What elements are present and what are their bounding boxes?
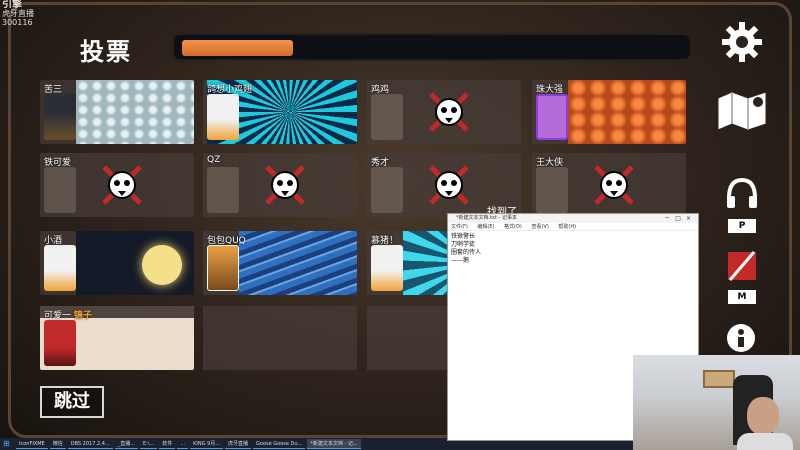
player-avatar bbox=[44, 167, 76, 213]
player-name: 鸡鸡 bbox=[371, 85, 390, 95]
taskbar-item[interactable]: DBS 2017.2.4... bbox=[67, 439, 113, 449]
vote-timer-bar bbox=[172, 33, 692, 61]
player-tile[interactable]: 鸽想小鸡翅 bbox=[203, 80, 357, 144]
player-avatar bbox=[207, 245, 239, 291]
player-name: 包包QUQ bbox=[207, 236, 246, 246]
player-avatar bbox=[207, 167, 239, 213]
taskbar-item[interactable]: ... bbox=[177, 439, 189, 449]
empty-slot bbox=[203, 306, 357, 370]
player-tile-dead: QZ bbox=[203, 153, 357, 217]
notepad-line: ——鹅 bbox=[451, 257, 470, 264]
player-name: 秀才 bbox=[371, 158, 390, 168]
player-name-prefix: 可爱一 bbox=[44, 311, 72, 321]
player-avatar bbox=[44, 94, 76, 140]
webcam-overlay bbox=[633, 355, 800, 450]
mic-muted-icon[interactable] bbox=[724, 246, 760, 286]
taskbar-item[interactable]: Goose Goose Du... bbox=[253, 439, 306, 449]
player-tile-dead: 铁可爱 bbox=[40, 153, 194, 217]
taskbar-item[interactable]: 软件 bbox=[159, 439, 176, 449]
player-name: 铁可爱 bbox=[44, 158, 72, 168]
player-tile-reporter[interactable]: 可爱一 锦子 bbox=[40, 306, 194, 370]
taskbar-item[interactable]: IconFIXME bbox=[16, 439, 48, 449]
notepad-menu: 文件(F) 编辑(E) 格式(O) 查看(V) 帮助(H) bbox=[448, 223, 698, 231]
windows-start-icon[interactable]: ⊞ bbox=[3, 440, 13, 448]
player-avatar bbox=[371, 167, 403, 213]
notepad-line: 圈套的传人 bbox=[451, 249, 482, 256]
player-tile-dead: 王大侠 bbox=[532, 153, 686, 217]
player-name: 珠大强 bbox=[536, 85, 564, 95]
game-window: 引擎 虎牙直播 300116 投票 苦三 鸽想小鸡翅 鸡鸡 珠大强 铁可爱 QZ… bbox=[0, 0, 800, 450]
player-avatar bbox=[536, 94, 568, 140]
stream-logo: 引擎 虎牙直播 300116 bbox=[2, 0, 34, 27]
menu-format[interactable]: 格式(O) bbox=[504, 224, 522, 230]
notepad-title: *新建文本文档.txt - 记事本 bbox=[448, 214, 698, 223]
reporter-name: 锦子 bbox=[73, 311, 92, 321]
dead-skull-icon bbox=[102, 165, 142, 205]
taskbar-item[interactable]: 微信 bbox=[49, 439, 66, 449]
taskbar-item[interactable]: KING 9月... bbox=[190, 439, 224, 449]
player-avatar bbox=[536, 167, 568, 213]
player-tile[interactable]: 苦三 bbox=[40, 80, 194, 144]
notepad-line: 刀哨学徒 bbox=[451, 241, 476, 248]
streamer-body bbox=[737, 433, 793, 450]
taskbar-item[interactable]: _直播... bbox=[114, 439, 138, 449]
streamer-head bbox=[747, 397, 779, 435]
player-avatar bbox=[44, 320, 76, 366]
gear-icon[interactable] bbox=[720, 20, 764, 64]
player-tile-dead: 鸡鸡 bbox=[367, 80, 521, 144]
player-avatar bbox=[207, 94, 239, 140]
skip-vote-button[interactable]: 跳过 bbox=[40, 386, 104, 418]
player-name: 苦三 bbox=[44, 85, 63, 95]
player-avatar bbox=[371, 94, 403, 140]
room-id: 300116 bbox=[2, 18, 33, 27]
dead-skull-icon bbox=[429, 165, 469, 205]
menu-view[interactable]: 查看(V) bbox=[531, 224, 548, 230]
dead-skull-icon bbox=[265, 165, 305, 205]
notepad-text-area[interactable]: 铁锹警长 刀哨学徒 圈套的传人 ——鹅 bbox=[448, 231, 698, 267]
voice-key-badge: P bbox=[728, 219, 756, 233]
logo-text: 引擎 bbox=[2, 0, 22, 10]
menu-file[interactable]: 文件(F) bbox=[451, 224, 468, 230]
vote-timer-fill bbox=[182, 40, 293, 56]
player-name: 王大侠 bbox=[536, 158, 564, 168]
headphones-icon[interactable] bbox=[724, 176, 760, 212]
taskbar-item[interactable]: E:\... bbox=[140, 439, 158, 449]
window-controls[interactable]: －□× bbox=[664, 214, 696, 223]
dead-skull-icon bbox=[429, 92, 469, 132]
player-tile[interactable]: 小酒 bbox=[40, 231, 194, 295]
player-avatar bbox=[44, 245, 76, 291]
vote-title: 投票 bbox=[80, 38, 132, 66]
info-icon[interactable] bbox=[725, 322, 757, 354]
map-icon[interactable] bbox=[714, 88, 770, 132]
tile-background bbox=[568, 80, 686, 144]
player-name: 小酒 bbox=[44, 236, 63, 246]
player-name: 慕猪！ bbox=[371, 236, 399, 246]
taskbar-item-active[interactable]: *新建文本文档 - 记... bbox=[307, 439, 361, 449]
player-name: 可爱一 锦子 bbox=[44, 308, 92, 321]
player-tile[interactable]: 珠大强 bbox=[532, 80, 686, 144]
tile-background bbox=[239, 231, 357, 295]
menu-help[interactable]: 帮助(H) bbox=[558, 224, 576, 230]
player-avatar bbox=[371, 245, 403, 291]
tile-background bbox=[76, 231, 194, 295]
taskbar-item[interactable]: 虎牙直播 bbox=[225, 439, 252, 449]
player-name: QZ bbox=[207, 155, 221, 165]
menu-edit[interactable]: 编辑(E) bbox=[477, 224, 494, 230]
notepad-line: 铁锹警长 bbox=[451, 233, 476, 240]
moon-icon bbox=[142, 245, 182, 285]
wall-sign bbox=[703, 370, 735, 388]
tile-background bbox=[76, 80, 194, 144]
logo-subtext: 虎牙直播 bbox=[2, 9, 34, 18]
mic-key-badge: M bbox=[728, 290, 756, 304]
dead-skull-icon bbox=[594, 165, 634, 205]
player-name: 鸽想小鸡翅 bbox=[207, 85, 253, 95]
player-tile[interactable]: 包包QUQ bbox=[203, 231, 357, 295]
